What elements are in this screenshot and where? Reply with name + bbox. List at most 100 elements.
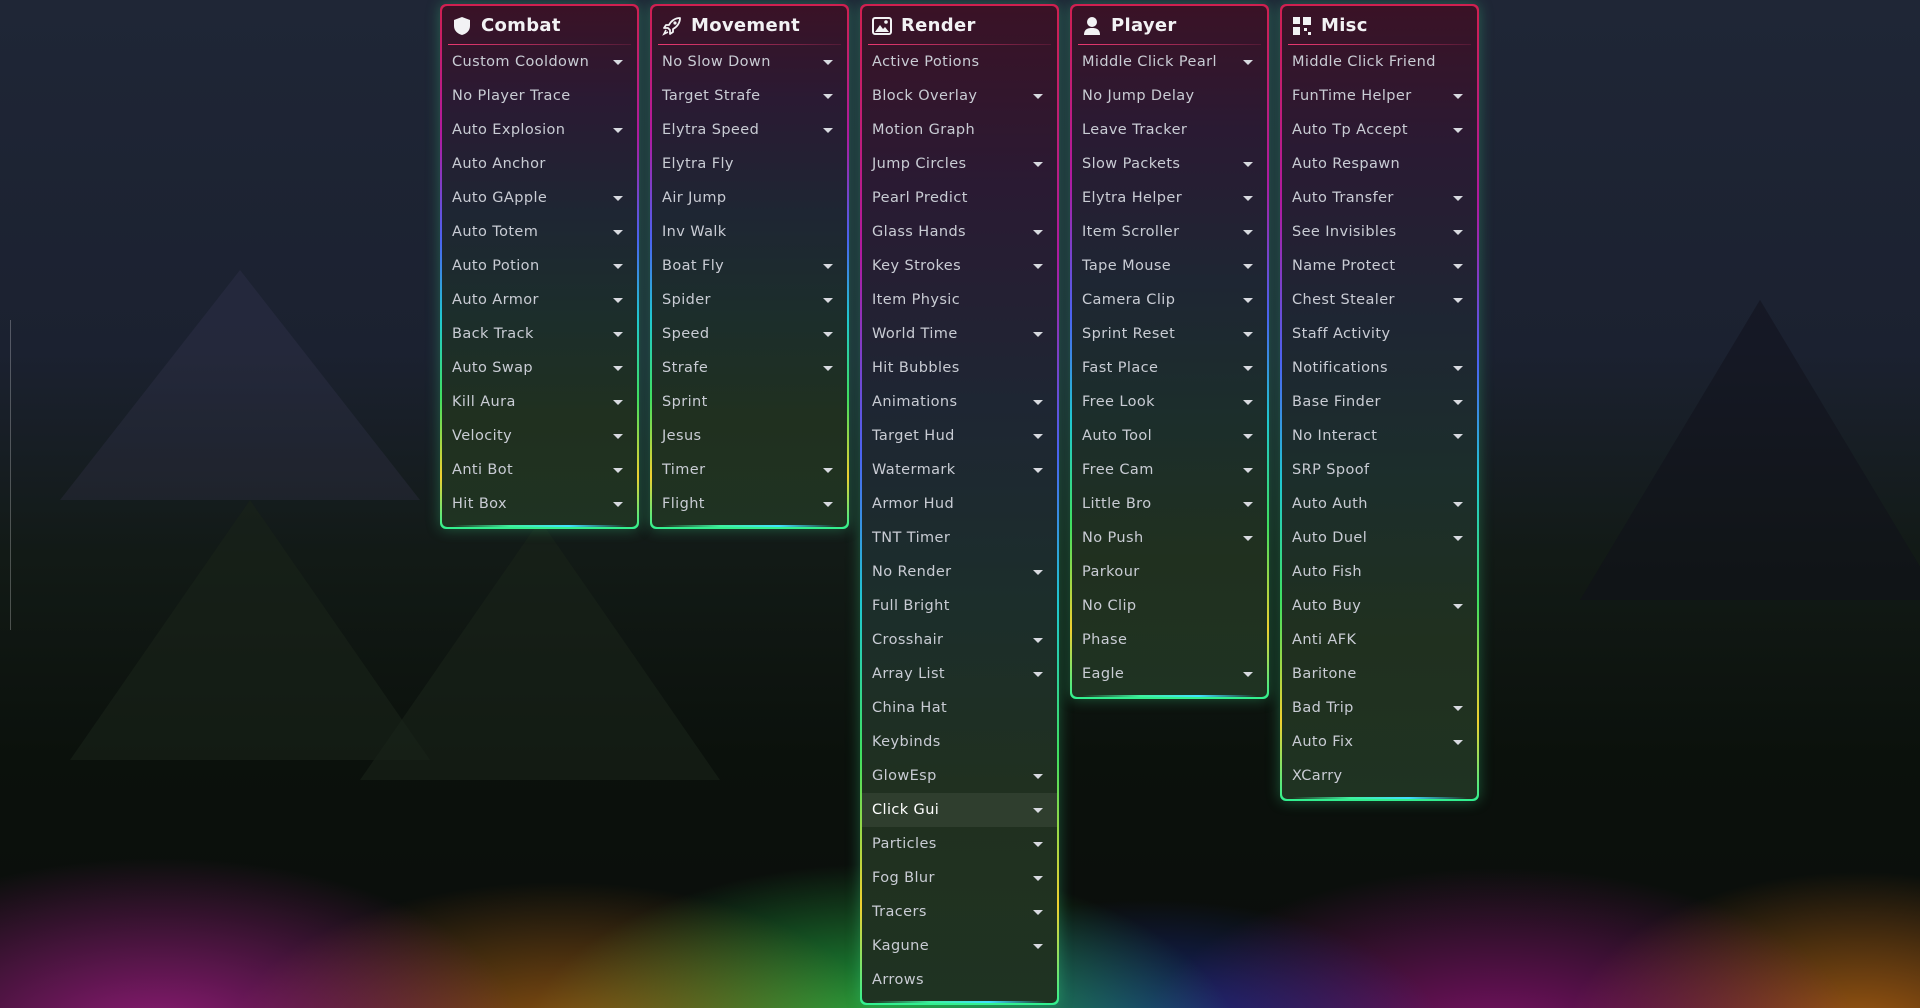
chevron-down-icon[interactable]	[823, 59, 833, 65]
chevron-down-icon[interactable]	[1033, 841, 1043, 847]
chevron-down-icon[interactable]	[1033, 433, 1043, 439]
chevron-down-icon[interactable]	[1243, 399, 1253, 405]
module-item[interactable]: Jesus	[652, 419, 847, 453]
module-item[interactable]: Item Scroller	[1072, 215, 1267, 249]
chevron-down-icon[interactable]	[1453, 365, 1463, 371]
chevron-down-icon[interactable]	[1243, 501, 1253, 507]
chevron-down-icon[interactable]	[613, 229, 623, 235]
module-item[interactable]: Particles	[862, 827, 1057, 861]
module-item[interactable]: Watermark	[862, 453, 1057, 487]
module-item[interactable]: Keybinds	[862, 725, 1057, 759]
chevron-down-icon[interactable]	[1033, 399, 1043, 405]
chevron-down-icon[interactable]	[823, 297, 833, 303]
chevron-down-icon[interactable]	[1243, 297, 1253, 303]
module-item[interactable]: Auto Tool	[1072, 419, 1267, 453]
chevron-down-icon[interactable]	[1033, 161, 1043, 167]
module-item[interactable]: Active Potions	[862, 45, 1057, 79]
module-item[interactable]: Kill Aura	[442, 385, 637, 419]
module-item[interactable]: XCarry	[1282, 759, 1477, 793]
module-item[interactable]: Custom Cooldown	[442, 45, 637, 79]
module-item[interactable]: Auto Fish	[1282, 555, 1477, 589]
module-item[interactable]: Target Hud	[862, 419, 1057, 453]
module-item[interactable]: FunTime Helper	[1282, 79, 1477, 113]
chevron-down-icon[interactable]	[1243, 535, 1253, 541]
module-item[interactable]: Slow Packets	[1072, 147, 1267, 181]
module-item[interactable]: Array List	[862, 657, 1057, 691]
chevron-down-icon[interactable]	[1243, 59, 1253, 65]
module-item[interactable]: Leave Tracker	[1072, 113, 1267, 147]
module-item[interactable]: Elytra Fly	[652, 147, 847, 181]
chevron-down-icon[interactable]	[1453, 433, 1463, 439]
module-item[interactable]: Pearl Predict	[862, 181, 1057, 215]
module-item[interactable]: Speed	[652, 317, 847, 351]
module-item[interactable]: TNT Timer	[862, 521, 1057, 555]
chevron-down-icon[interactable]	[613, 433, 623, 439]
module-item[interactable]: GlowEsp	[862, 759, 1057, 793]
module-item[interactable]: Elytra Helper	[1072, 181, 1267, 215]
chevron-down-icon[interactable]	[613, 467, 623, 473]
module-item[interactable]: Auto Transfer	[1282, 181, 1477, 215]
chevron-down-icon[interactable]	[823, 263, 833, 269]
chevron-down-icon[interactable]	[1033, 773, 1043, 779]
module-item[interactable]: Auto Duel	[1282, 521, 1477, 555]
module-item[interactable]: Inv Walk	[652, 215, 847, 249]
chevron-down-icon[interactable]	[1453, 263, 1463, 269]
chevron-down-icon[interactable]	[1033, 569, 1043, 575]
module-item[interactable]: See Invisibles	[1282, 215, 1477, 249]
chevron-down-icon[interactable]	[823, 93, 833, 99]
chevron-down-icon[interactable]	[1033, 807, 1043, 813]
chevron-down-icon[interactable]	[1243, 365, 1253, 371]
module-item[interactable]: Fast Place	[1072, 351, 1267, 385]
chevron-down-icon[interactable]	[613, 501, 623, 507]
module-item[interactable]: No Render	[862, 555, 1057, 589]
module-item[interactable]: Auto GApple	[442, 181, 637, 215]
module-item[interactable]: Hit Box	[442, 487, 637, 521]
module-item[interactable]: Velocity	[442, 419, 637, 453]
chevron-down-icon[interactable]	[1243, 331, 1253, 337]
module-item[interactable]: China Hat	[862, 691, 1057, 725]
chevron-down-icon[interactable]	[1243, 229, 1253, 235]
chevron-down-icon[interactable]	[613, 195, 623, 201]
chevron-down-icon[interactable]	[1243, 671, 1253, 677]
module-item[interactable]: Notifications	[1282, 351, 1477, 385]
chevron-down-icon[interactable]	[1453, 705, 1463, 711]
module-item[interactable]: Tracers	[862, 895, 1057, 929]
chevron-down-icon[interactable]	[1033, 943, 1043, 949]
module-item[interactable]: Anti Bot	[442, 453, 637, 487]
chevron-down-icon[interactable]	[1453, 603, 1463, 609]
module-item[interactable]: Target Strafe	[652, 79, 847, 113]
chevron-down-icon[interactable]	[613, 297, 623, 303]
module-item[interactable]: No Interact	[1282, 419, 1477, 453]
chevron-down-icon[interactable]	[1453, 739, 1463, 745]
module-item[interactable]: Staff Activity	[1282, 317, 1477, 351]
module-item[interactable]: Hit Bubbles	[862, 351, 1057, 385]
module-item[interactable]: Spider	[652, 283, 847, 317]
module-item[interactable]: Jump Circles	[862, 147, 1057, 181]
module-item[interactable]: Auto Potion	[442, 249, 637, 283]
module-item[interactable]: Bad Trip	[1282, 691, 1477, 725]
module-item[interactable]: Fog Blur	[862, 861, 1057, 895]
category-header-player[interactable]: Player	[1072, 6, 1267, 45]
category-header-render[interactable]: Render	[862, 6, 1057, 45]
chevron-down-icon[interactable]	[1033, 229, 1043, 235]
chevron-down-icon[interactable]	[1453, 297, 1463, 303]
chevron-down-icon[interactable]	[1453, 501, 1463, 507]
module-item[interactable]: Phase	[1072, 623, 1267, 657]
chevron-down-icon[interactable]	[1243, 161, 1253, 167]
chevron-down-icon[interactable]	[1453, 195, 1463, 201]
module-item[interactable]: Click Gui	[862, 793, 1057, 827]
chevron-down-icon[interactable]	[823, 467, 833, 473]
chevron-down-icon[interactable]	[1243, 263, 1253, 269]
module-item[interactable]: Arrows	[862, 963, 1057, 997]
chevron-down-icon[interactable]	[1033, 93, 1043, 99]
module-item[interactable]: Parkour	[1072, 555, 1267, 589]
chevron-down-icon[interactable]	[1033, 331, 1043, 337]
module-item[interactable]: Auto Buy	[1282, 589, 1477, 623]
module-item[interactable]: Flight	[652, 487, 847, 521]
module-item[interactable]: Item Physic	[862, 283, 1057, 317]
module-item[interactable]: No Push	[1072, 521, 1267, 555]
chevron-down-icon[interactable]	[1453, 93, 1463, 99]
module-item[interactable]: Auto Fix	[1282, 725, 1477, 759]
chevron-down-icon[interactable]	[1033, 875, 1043, 881]
module-item[interactable]: No Clip	[1072, 589, 1267, 623]
